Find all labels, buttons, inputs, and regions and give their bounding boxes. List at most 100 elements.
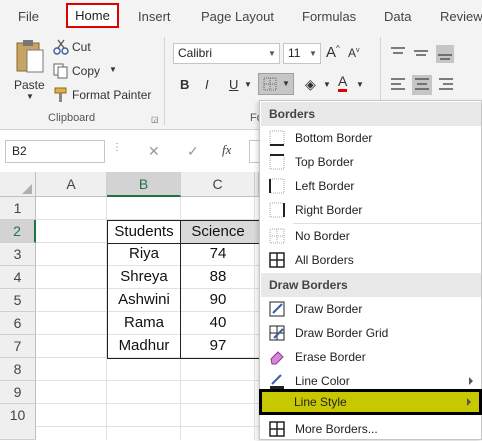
horizontal-alignment-icons[interactable] — [389, 75, 479, 95]
fill-color-icon[interactable]: ◈ — [305, 76, 316, 93]
group-divider — [164, 37, 165, 125]
chevron-down-icon[interactable]: ▼ — [356, 80, 364, 89]
name-box-chevron-icon[interactable]: ⋮ — [112, 142, 122, 153]
draw-border-grid-icon — [269, 325, 285, 341]
font-size-value: 11 — [288, 46, 301, 60]
cancel-icon[interactable]: ✕ — [148, 143, 160, 160]
scissors-icon — [53, 39, 69, 55]
menu-item-right-border[interactable]: Right Border — [261, 198, 481, 222]
chevron-down-icon: ▼ — [309, 49, 317, 58]
row-header-1[interactable]: 1 — [0, 197, 36, 220]
row-header-10[interactable]: 10 — [0, 404, 36, 440]
no-border-icon — [269, 228, 285, 244]
eraser-icon — [270, 351, 284, 365]
menu-item-label: Top Border — [295, 155, 354, 169]
row-header-2[interactable]: 2 — [0, 220, 36, 243]
table-cell[interactable]: 88 — [181, 268, 255, 285]
table-cell[interactable]: Riya — [107, 245, 181, 262]
column-header-c[interactable]: C — [181, 172, 255, 197]
menu-item-draw-border[interactable]: Draw Border — [261, 297, 481, 321]
column-header-b[interactable]: B — [107, 172, 181, 197]
menu-item-label: Draw Border — [295, 302, 363, 316]
italic-button[interactable]: I — [205, 77, 209, 92]
menu-item-label: Right Border — [295, 203, 363, 217]
table-cell[interactable]: Madhur — [107, 337, 181, 354]
tab-file[interactable]: File — [18, 9, 39, 24]
borders-dropdown-button[interactable]: ▼ — [258, 73, 294, 95]
cut-button[interactable]: Cut — [53, 38, 113, 56]
format-painter-button[interactable]: Format Painter — [53, 86, 158, 104]
cell-c2[interactable]: Science — [180, 220, 259, 244]
selected-cell-b2[interactable]: Students — [107, 220, 181, 244]
row-header-6[interactable]: 6 — [0, 312, 36, 335]
table-cell[interactable]: Rama — [107, 314, 181, 331]
menu-item-bottom-border[interactable]: Bottom Border — [261, 126, 481, 150]
row-header-8[interactable]: 8 — [0, 358, 36, 381]
menu-item-no-border[interactable]: No Border — [261, 224, 481, 248]
menu-section-borders: Borders — [261, 102, 481, 126]
menu-item-all-borders[interactable]: All Borders — [261, 248, 481, 272]
cut-label: Cut — [72, 40, 91, 54]
dialog-launcher-icon[interactable]: ◲ — [151, 115, 159, 124]
menu-item-label: No Border — [295, 229, 350, 243]
select-all-icon — [22, 184, 32, 194]
font-size-box[interactable]: 11 ▼ — [283, 43, 321, 64]
tab-review[interactable]: Review — [440, 9, 482, 24]
column-header-a[interactable]: A — [36, 172, 107, 197]
table-cell[interactable]: 90 — [181, 291, 255, 308]
insert-function-icon[interactable]: fx — [222, 142, 231, 158]
row-header-4[interactable]: 4 — [0, 266, 36, 289]
row-header-3[interactable]: 3 — [0, 243, 36, 266]
gridline — [36, 380, 259, 381]
submenu-arrow-icon — [469, 377, 473, 385]
menu-item-more-borders[interactable]: More Borders... — [261, 417, 481, 441]
top-border-icon — [269, 154, 285, 170]
chevron-down-icon[interactable]: ▼ — [323, 80, 331, 89]
submenu-arrow-icon — [467, 398, 471, 406]
table-cell[interactable]: Ashwini — [107, 291, 181, 308]
tab-insert[interactable]: Insert — [138, 9, 171, 24]
font-color-icon[interactable]: A — [338, 74, 348, 92]
header-science: Science — [191, 223, 245, 240]
format-painter-label: Format Painter — [72, 88, 152, 102]
shrink-font-icon[interactable]: Av — [348, 46, 360, 60]
gridline — [36, 403, 259, 404]
right-border-icon — [269, 202, 285, 218]
tab-home[interactable]: Home — [66, 3, 119, 28]
tab-page-layout[interactable]: Page Layout — [201, 9, 274, 24]
underline-button[interactable]: U — [229, 77, 238, 92]
table-cell[interactable]: 40 — [181, 314, 255, 331]
clipboard-group-label: Clipboard — [48, 112, 96, 124]
menu-item-line-style[interactable]: Line Style — [259, 389, 482, 415]
line-color-icon — [270, 374, 284, 389]
menu-item-left-border[interactable]: Left Border — [261, 174, 481, 198]
table-cell[interactable]: 97 — [181, 337, 255, 354]
ribbon-tab-bar: File Home Insert Page Layout Formulas Da… — [0, 0, 482, 33]
name-box[interactable]: B2 — [5, 140, 105, 163]
formula-input[interactable] — [249, 140, 259, 163]
bold-button[interactable]: B — [180, 77, 189, 92]
chevron-down-icon: ▼ — [268, 49, 276, 58]
select-all-corner[interactable] — [0, 172, 36, 197]
row-header-5[interactable]: 5 — [0, 289, 36, 312]
table-cell[interactable]: 74 — [181, 245, 255, 262]
font-name-box[interactable]: Calibri ▼ — [173, 43, 280, 64]
menu-item-draw-border-grid[interactable]: Draw Border Grid — [261, 321, 481, 345]
menu-item-label: Erase Border — [295, 350, 366, 364]
copy-button[interactable]: Copy ▼ — [53, 62, 123, 80]
clipboard-icon — [16, 40, 44, 73]
grow-font-icon[interactable]: A^ — [326, 44, 340, 61]
name-box-value: B2 — [12, 144, 27, 158]
table-cell[interactable]: Shreya — [107, 268, 181, 285]
paste-button[interactable]: Paste ▼ — [12, 38, 48, 101]
row-header-7[interactable]: 7 — [0, 335, 36, 358]
menu-item-label: Line Style — [294, 395, 347, 409]
tab-data[interactable]: Data — [384, 9, 411, 24]
menu-item-top-border[interactable]: Top Border — [261, 150, 481, 174]
enter-icon[interactable]: ✓ — [187, 143, 199, 160]
chevron-down-icon[interactable]: ▼ — [244, 80, 252, 89]
row-header-9[interactable]: 9 — [0, 381, 36, 404]
vertical-alignment-icons[interactable] — [389, 45, 479, 63]
menu-item-erase-border[interactable]: Erase Border — [261, 345, 481, 369]
tab-formulas[interactable]: Formulas — [302, 9, 356, 24]
